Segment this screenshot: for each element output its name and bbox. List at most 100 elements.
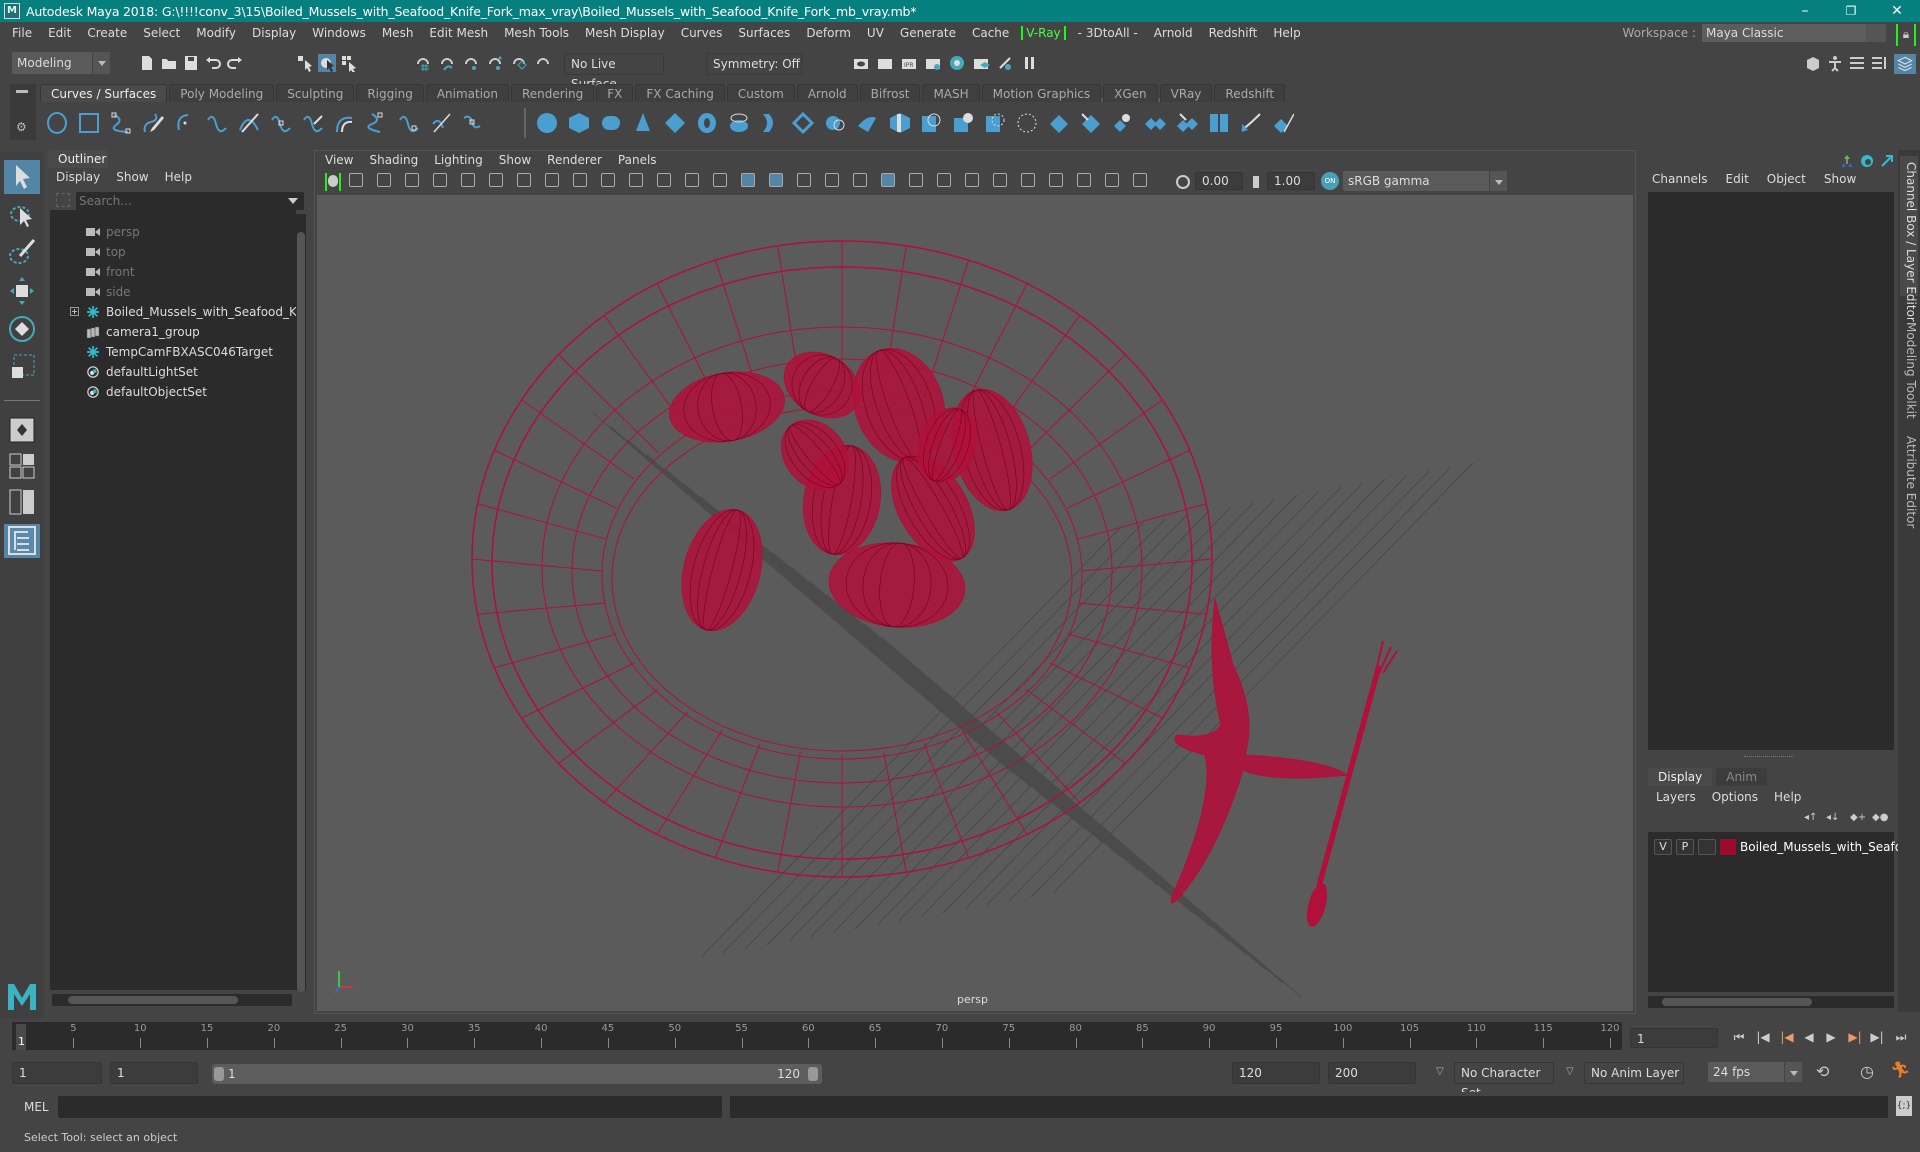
antialiasing-icon[interactable] bbox=[965, 173, 979, 187]
side-tab-modeling-toolkit[interactable]: Modeling Toolkit bbox=[1900, 316, 1918, 419]
snap-view-plane-icon[interactable] bbox=[510, 54, 528, 72]
menu-mesh-display[interactable]: Mesh Display bbox=[577, 26, 673, 40]
outliner-item-persp[interactable]: persp bbox=[50, 222, 296, 242]
planar-icon[interactable] bbox=[792, 112, 814, 134]
isolate-select-icon[interactable] bbox=[1021, 173, 1035, 187]
hypershade-icon[interactable] bbox=[948, 54, 966, 72]
outliner-item-boiled-mussels[interactable]: Boiled_Mussels_with_Seafood_Knife_ bbox=[50, 302, 296, 322]
grid-icon[interactable] bbox=[545, 173, 559, 187]
screen-space-ao-icon[interactable] bbox=[909, 173, 923, 187]
loft-icon[interactable] bbox=[760, 112, 782, 134]
anim-layer-dropdown[interactable]: No Anim Layer bbox=[1584, 1062, 1684, 1084]
channel-box-menu-object[interactable]: Object bbox=[1767, 172, 1806, 186]
speed-icon[interactable] bbox=[1860, 154, 1874, 168]
attach-surfaces-icon[interactable] bbox=[1112, 112, 1134, 134]
gate-mask-icon[interactable] bbox=[629, 173, 643, 187]
render-setup-icon[interactable] bbox=[972, 54, 990, 72]
expand-icon[interactable] bbox=[70, 307, 79, 316]
shelf-menu-icon[interactable] bbox=[16, 90, 28, 93]
exposure-field[interactable]: 0.00 bbox=[1195, 172, 1243, 190]
shelf-tab-mash[interactable]: MASH bbox=[922, 84, 980, 102]
menu-generate[interactable]: Generate bbox=[892, 26, 964, 40]
range-end-handle[interactable] bbox=[808, 1067, 818, 1081]
shelf-tab-rigging[interactable]: Rigging bbox=[356, 84, 424, 102]
shelf-tab-custom[interactable]: Custom bbox=[726, 84, 795, 102]
layer-playback-toggle[interactable]: P bbox=[1676, 839, 1694, 855]
move-tool-icon[interactable] bbox=[4, 274, 40, 308]
playback-end-field[interactable]: 120 bbox=[1232, 1062, 1320, 1084]
smooth-shade-icon[interactable] bbox=[769, 173, 783, 187]
channel-box-menu-show[interactable]: Show bbox=[1824, 172, 1856, 186]
modeling-toolkit-icon[interactable] bbox=[1804, 54, 1822, 72]
script-language-label[interactable]: MEL bbox=[24, 1100, 49, 1114]
script-editor-icon[interactable]: {;} bbox=[1896, 1096, 1912, 1116]
nurbs-plane-icon[interactable] bbox=[664, 112, 686, 134]
shelf-tab-redshift[interactable]: Redshift bbox=[1214, 84, 1286, 102]
bezier-anchor-icon[interactable] bbox=[462, 112, 484, 134]
lock-icon[interactable]: 🔒︎ bbox=[1896, 24, 1916, 46]
render-settings-icon[interactable] bbox=[924, 54, 942, 72]
light-editor-icon[interactable] bbox=[996, 54, 1014, 72]
bevel-icon[interactable] bbox=[952, 112, 974, 134]
shelf-tab-rendering[interactable]: Rendering bbox=[511, 84, 595, 102]
channel-box-icon[interactable] bbox=[1894, 54, 1916, 74]
image-plane-icon[interactable] bbox=[405, 173, 419, 187]
uv-toggle-icon[interactable] bbox=[1133, 173, 1147, 187]
select-tool-icon[interactable] bbox=[4, 160, 40, 194]
scrollbar-thumb[interactable] bbox=[68, 996, 238, 1004]
anim-layer-chevron-icon[interactable]: ▽ bbox=[1566, 1066, 1574, 1077]
loop-icon[interactable]: ⟲ bbox=[1816, 1062, 1829, 1081]
detach-surfaces-icon[interactable] bbox=[1144, 112, 1166, 134]
layer-display-type-toggle[interactable] bbox=[1698, 839, 1716, 855]
camera-attributes-icon[interactable] bbox=[349, 173, 363, 187]
step-back-key-button[interactable]: |◀ bbox=[1778, 1029, 1796, 1045]
extrude-icon[interactable] bbox=[824, 112, 846, 134]
snap-point-icon[interactable] bbox=[462, 54, 480, 72]
shelf-tab-motion-graphics[interactable]: Motion Graphics bbox=[981, 84, 1102, 102]
menu-help[interactable]: Help bbox=[1265, 26, 1308, 40]
project-curve-icon[interactable] bbox=[1016, 112, 1038, 134]
resolution-gate-icon[interactable] bbox=[601, 173, 615, 187]
shelf-tab-animation[interactable]: Animation bbox=[425, 84, 509, 102]
layer-menu-help[interactable]: Help bbox=[1774, 790, 1801, 804]
playback-start-field[interactable]: 1 bbox=[110, 1062, 198, 1084]
command-input[interactable] bbox=[58, 1096, 722, 1118]
layer-menu-options[interactable]: Options bbox=[1712, 790, 1758, 804]
surface-editing-icon[interactable] bbox=[1272, 112, 1294, 134]
offset-curve-icon[interactable] bbox=[334, 112, 356, 134]
scale-tool-icon[interactable] bbox=[4, 350, 40, 384]
safe-title-icon[interactable] bbox=[713, 173, 727, 187]
curve-editing-icon[interactable] bbox=[430, 112, 452, 134]
shelf-tab-fx[interactable]: FX bbox=[596, 84, 634, 102]
sculpt-geometry-icon[interactable] bbox=[1240, 112, 1262, 134]
outliner-menu-show[interactable]: Show bbox=[116, 170, 148, 184]
menu-cache[interactable]: Cache bbox=[964, 26, 1017, 40]
scrollbar-thumb[interactable] bbox=[1662, 998, 1812, 1006]
outliner-item-camera1-group[interactable]: camera1_group bbox=[50, 322, 296, 342]
cv-curve-icon[interactable] bbox=[110, 112, 132, 134]
open-close-surfaces-icon[interactable] bbox=[1208, 112, 1230, 134]
playback-range-bar[interactable]: 1 120 bbox=[212, 1064, 822, 1084]
nurbs-circle-icon[interactable] bbox=[46, 112, 68, 134]
menu-edit[interactable]: Edit bbox=[40, 26, 79, 40]
trim-tool-icon[interactable] bbox=[1048, 112, 1070, 134]
make-live-icon[interactable] bbox=[534, 54, 552, 72]
viewport-menu-panels[interactable]: Panels bbox=[618, 153, 657, 167]
wireframe-icon[interactable] bbox=[741, 173, 755, 187]
snap-grid-icon[interactable] bbox=[414, 54, 432, 72]
auto-key-icon[interactable]: ◷ bbox=[1860, 1062, 1874, 1081]
redo-icon[interactable] bbox=[226, 54, 244, 72]
restore-button[interactable]: ❐ bbox=[1828, 0, 1874, 22]
outliner-item-default-light-set[interactable]: defaultLightSet bbox=[50, 362, 296, 382]
menu-arnold[interactable]: Arnold bbox=[1146, 26, 1201, 40]
outliner-menu-help[interactable]: Help bbox=[165, 170, 192, 184]
menu-display[interactable]: Display bbox=[244, 26, 304, 40]
xray-icon[interactable] bbox=[517, 173, 531, 187]
minimize-button[interactable]: – bbox=[1782, 0, 1828, 22]
character-set-dropdown[interactable]: No Character Set bbox=[1454, 1062, 1554, 1100]
shelf-tab-sculpting[interactable]: Sculpting bbox=[276, 84, 355, 102]
shelf-tab-curves-surfaces[interactable]: Curves / Surfaces bbox=[40, 84, 168, 102]
color-space-dropdown[interactable]: sRGB gamma bbox=[1343, 171, 1507, 191]
select-camera-icon[interactable] bbox=[325, 173, 341, 191]
menu-edit-mesh[interactable]: Edit Mesh bbox=[421, 26, 496, 40]
